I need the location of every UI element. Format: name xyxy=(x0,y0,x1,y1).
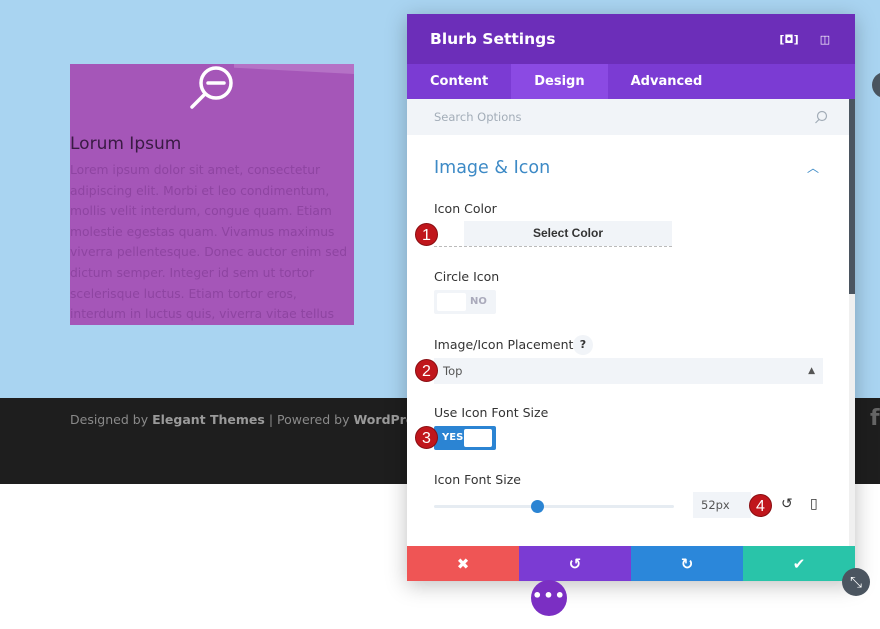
reset-icon[interactable]: ↺ xyxy=(781,496,793,512)
icon-font-size-label: Icon Font Size xyxy=(434,472,521,487)
select-arrows-icon: ▲ xyxy=(808,366,815,376)
action-bar: ✖ ↺ ↻ ✔ xyxy=(407,546,855,581)
blurb-settings-modal: Blurb Settings [◘] ◫ Content Design Adva… xyxy=(407,14,855,581)
tab-design[interactable]: Design xyxy=(511,64,608,99)
blurb-highlight xyxy=(234,64,354,74)
search-placeholder: Search Options xyxy=(434,110,522,124)
use-icon-font-size-toggle[interactable]: YES xyxy=(434,426,496,450)
scrollbar-thumb[interactable] xyxy=(849,99,855,294)
slider-thumb[interactable] xyxy=(531,500,545,513)
resize-handle-icon[interactable]: ⤡ xyxy=(842,568,870,596)
fullscreen-icon[interactable]: [◘] xyxy=(779,33,798,46)
blurb-module[interactable]: Lorum Ipsum Lorem ipsum dolor sit amet, … xyxy=(70,64,354,325)
help-icon[interactable]: ? xyxy=(573,335,593,355)
blurb-text: Lorem ipsum dolor sit amet, consectetur … xyxy=(70,163,348,322)
more-options-button[interactable]: ••• xyxy=(531,580,567,616)
redo-button[interactable]: ↻ xyxy=(631,546,743,581)
select-color-button[interactable]: Select Color xyxy=(464,221,672,246)
icon-font-size-slider[interactable] xyxy=(434,500,674,513)
facebook-icon[interactable]: f xyxy=(870,406,880,431)
step-badge-4: 4 xyxy=(749,494,772,517)
step-badge-2: 2 xyxy=(415,359,438,382)
modal-tabs: Content Design Advanced xyxy=(407,64,855,99)
step-badge-3: 3 xyxy=(415,426,438,449)
footer-designer-link[interactable]: Elegant Themes xyxy=(152,412,265,427)
chevron-up-icon[interactable]: ︿ xyxy=(807,159,819,176)
search-icon xyxy=(815,110,828,124)
save-button[interactable]: ✔ xyxy=(743,546,855,581)
placement-value: Top xyxy=(443,364,463,378)
undo-button[interactable]: ↺ xyxy=(519,546,631,581)
modal-title: Blurb Settings xyxy=(430,30,556,48)
color-divider xyxy=(434,246,672,247)
use-icon-font-size-label: Use Icon Font Size xyxy=(434,405,549,420)
circle-icon-label: Circle Icon xyxy=(434,269,500,284)
toggle-value: YES xyxy=(442,432,464,443)
cancel-button[interactable]: ✖ xyxy=(407,546,519,581)
tab-content[interactable]: Content xyxy=(407,64,511,99)
placement-select[interactable]: Top ▲ xyxy=(434,358,823,384)
tab-advanced[interactable]: Advanced xyxy=(608,64,726,99)
footer-designed-by: Designed by xyxy=(70,412,149,427)
settings-body: Image & Icon ︿ Icon Color Select Color 1… xyxy=(407,135,849,546)
icon-color-label: Icon Color xyxy=(434,201,497,216)
footer-powered-by: Powered by xyxy=(277,412,350,427)
scrollbar[interactable] xyxy=(849,99,855,546)
toggle-knob xyxy=(464,429,492,447)
section-title[interactable]: Image & Icon xyxy=(434,158,550,178)
split-view-icon[interactable]: ◫ xyxy=(818,33,832,46)
toggle-knob xyxy=(437,293,466,311)
step-badge-1: 1 xyxy=(415,223,438,246)
footer-credits: Designed by Elegant Themes | Powered by … xyxy=(70,412,429,427)
footer-separator: | xyxy=(268,412,274,427)
modal-header: Blurb Settings [◘] ◫ xyxy=(407,14,855,64)
search-input[interactable]: Search Options xyxy=(407,99,855,135)
icon-font-size-input[interactable]: 52px xyxy=(693,492,751,518)
zoom-out-icon xyxy=(190,66,233,109)
circle-icon-toggle[interactable]: NO xyxy=(434,290,496,314)
placement-label: Image/Icon Placement xyxy=(434,337,574,352)
blurb-title: Lorum Ipsum xyxy=(70,134,182,154)
mobile-icon[interactable]: ▯ xyxy=(810,496,818,512)
toggle-value: NO xyxy=(470,296,487,307)
